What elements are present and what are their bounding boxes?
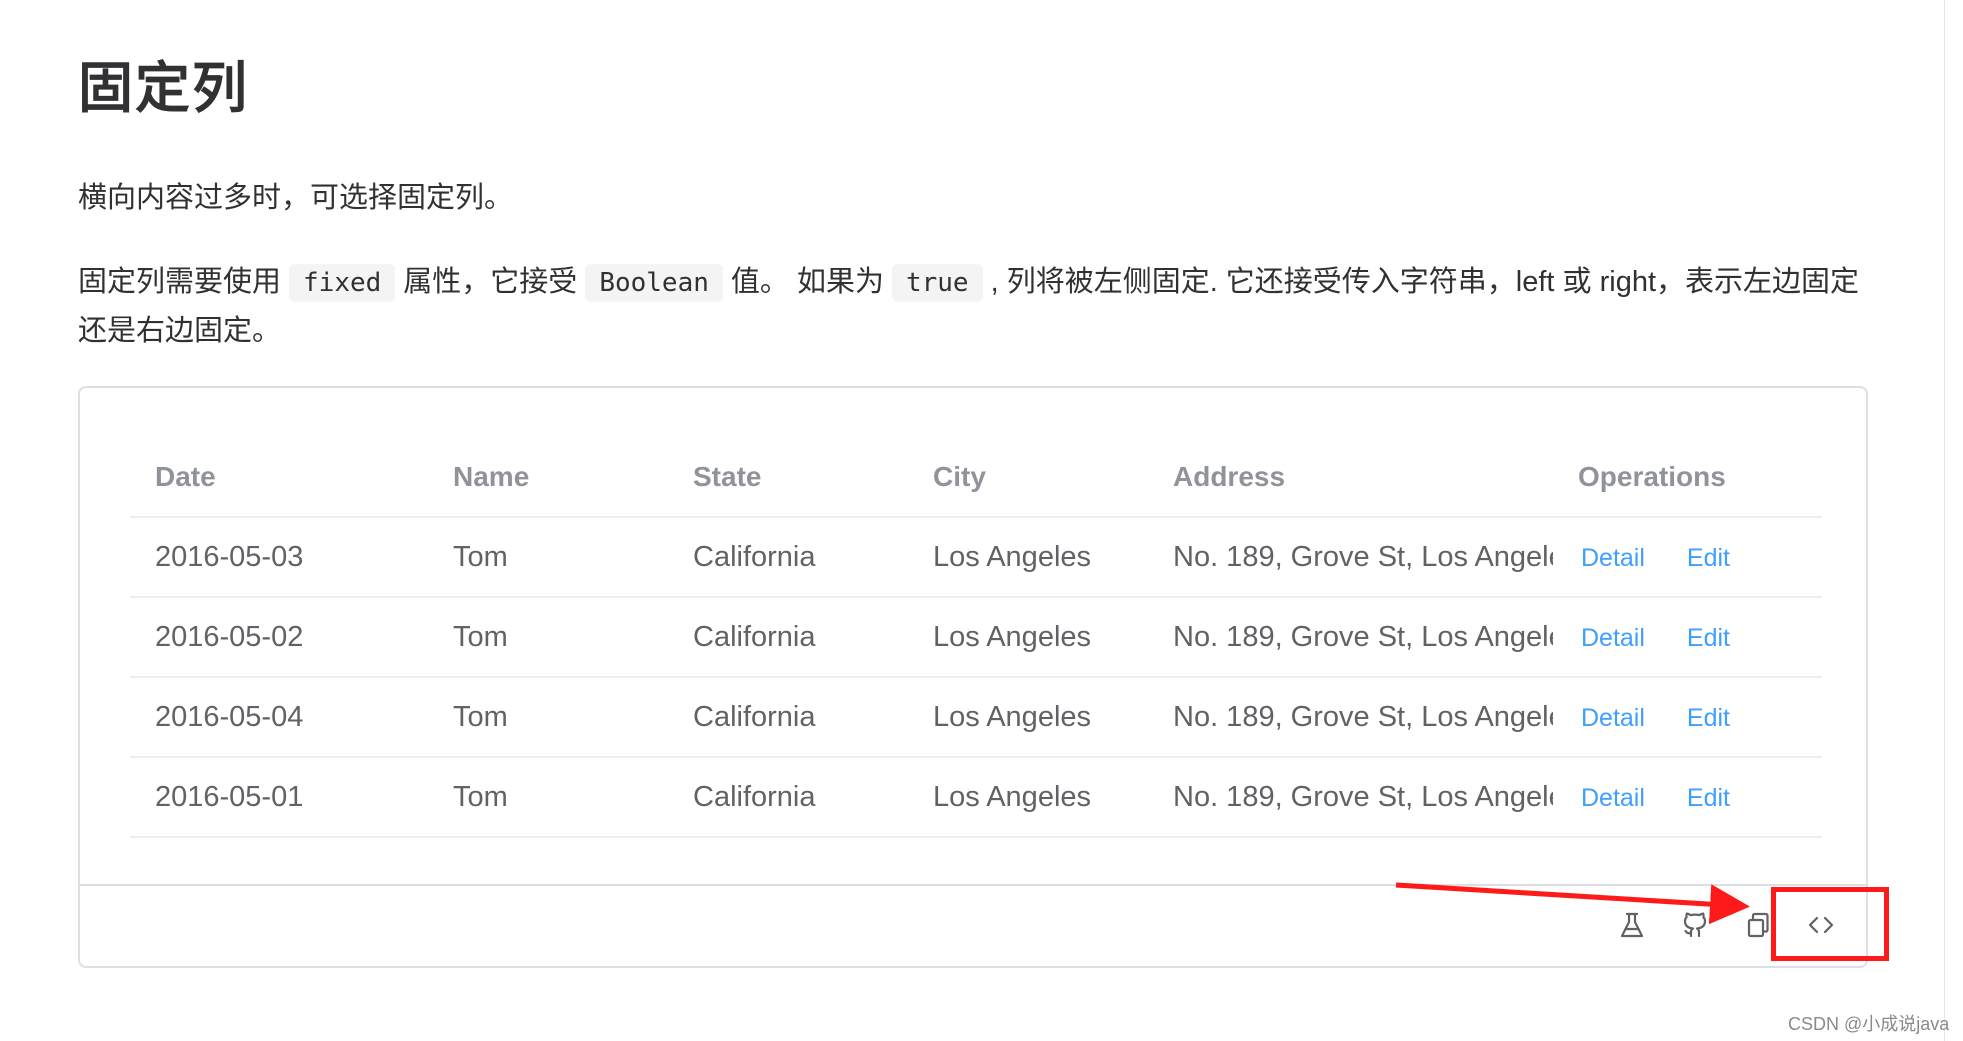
edit-button[interactable]: Edit (1687, 704, 1730, 733)
cell-address: No. 189, Grove St, Los Angeles (1148, 517, 1553, 598)
cell-state: California (668, 757, 908, 838)
scrollbar-track[interactable] (1944, 0, 1963, 1041)
fixed-column-table-wrapper: Date Name State City Address Operations … (130, 437, 1822, 838)
column-header-date: Date (130, 437, 428, 518)
cell-city: Los Angeles (908, 597, 1148, 678)
cell-date: 2016-05-02 (130, 597, 428, 678)
run-playground-button[interactable] (1615, 910, 1649, 944)
detail-button[interactable]: Detail (1581, 704, 1645, 733)
table-row: 2016-05-04 Tom California Los Angeles No… (130, 677, 1822, 758)
cell-name: Tom (428, 757, 668, 838)
cell-city: Los Angeles (908, 757, 1148, 838)
cell-date: 2016-05-03 (130, 517, 428, 598)
table-row: 2016-05-03 Tom California Los Angeles No… (130, 517, 1822, 598)
intro-text: 横向内容过多时，可选择固定列。 (78, 182, 514, 214)
code-fixed: fixed (289, 264, 396, 302)
annotation-highlight-box (1771, 887, 1889, 961)
flask-icon (1617, 910, 1647, 945)
cell-date: 2016-05-01 (130, 757, 428, 838)
watermark: CSDN @小成说java (1788, 1014, 1950, 1034)
cell-operations: Detail Edit (1553, 597, 1822, 678)
cell-name: Tom (428, 597, 668, 678)
column-header-address: Address (1148, 437, 1553, 518)
edit-button[interactable]: Edit (1687, 624, 1730, 653)
detail-button[interactable]: Detail (1581, 544, 1645, 573)
copy-code-button[interactable] (1741, 910, 1775, 944)
cell-name: Tom (428, 677, 668, 758)
github-icon (1680, 910, 1710, 945)
cell-city: Los Angeles (908, 677, 1148, 758)
fixed-column-table: Date Name State City Address Operations … (130, 437, 1822, 838)
cell-operations: Detail Edit (1553, 677, 1822, 758)
cell-address: No. 189, Grove St, Los Angeles (1148, 757, 1553, 838)
code-true: true (891, 264, 983, 302)
cell-name: Tom (428, 517, 668, 598)
column-header-name: Name (428, 437, 668, 518)
cell-operations: Detail Edit (1553, 517, 1822, 598)
edit-button[interactable]: Edit (1687, 544, 1730, 573)
demo-block: Date Name State City Address Operations … (78, 386, 1868, 968)
column-header-operations: Operations (1553, 437, 1822, 518)
table-row: 2016-05-02 Tom California Los Angeles No… (130, 597, 1822, 678)
cell-operations: Detail Edit (1553, 757, 1822, 838)
cell-state: California (668, 597, 908, 678)
cell-address: No. 189, Grove St, Los Angeles (1148, 677, 1553, 758)
cell-city: Los Angeles (908, 517, 1148, 598)
cell-date: 2016-05-04 (130, 677, 428, 758)
page-title: 固定列 (78, 57, 250, 119)
desc-text-2: 属性，它接受 (403, 266, 578, 298)
detail-button[interactable]: Detail (1581, 624, 1645, 653)
table-header-row: Date Name State City Address Operations (130, 437, 1822, 518)
column-header-city: City (908, 437, 1148, 518)
description-text: 固定列需要使用 fixed 属性，它接受 Boolean 值。 如果为 true, 列将被… (78, 258, 1878, 355)
cell-state: California (668, 677, 908, 758)
cell-address: No. 189, Grove St, Los Angeles (1148, 597, 1553, 678)
desc-text-3: 值。 如果为 (730, 266, 884, 298)
table-row: 2016-05-01 Tom California Los Angeles No… (130, 757, 1822, 838)
column-header-state: State (668, 437, 908, 518)
desc-text-1: 固定列需要使用 (78, 266, 282, 298)
copy-icon (1743, 910, 1773, 945)
detail-button[interactable]: Detail (1581, 784, 1645, 813)
cell-state: California (668, 517, 908, 598)
edit-button[interactable]: Edit (1687, 784, 1730, 813)
github-button[interactable] (1678, 910, 1712, 944)
demo-toolbar (80, 884, 1866, 966)
code-boolean: Boolean (585, 264, 723, 302)
